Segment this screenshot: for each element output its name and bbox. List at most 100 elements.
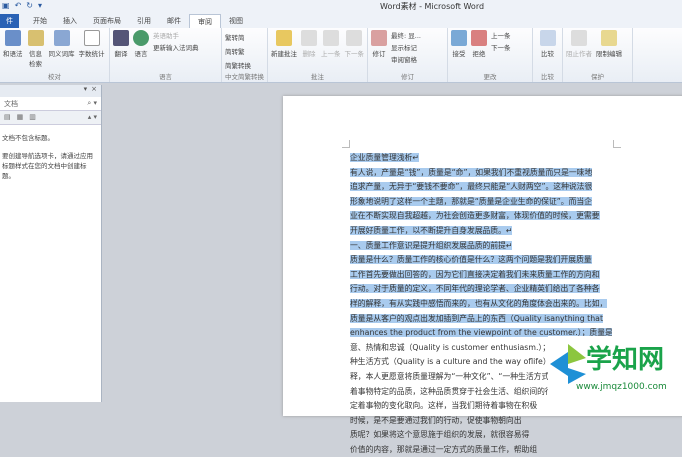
research-button[interactable]: 信息检索 <box>27 30 45 68</box>
group-protect: 阻止作者 限制编辑 保护 <box>563 28 633 82</box>
document-line: 行动。对于质量的定义，不同年代的理论学者、企业精英们给出了各种各 <box>350 282 612 297</box>
show-markup-dropdown[interactable]: 显示标记 <box>391 42 421 52</box>
delete-comment-button[interactable]: 删除 <box>301 30 317 58</box>
browse-pages-tab[interactable]: ▦ <box>17 113 24 122</box>
track-changes-button[interactable]: 修订 <box>371 30 387 64</box>
document-line: 有人说，产量是“钱”，质量是“命”，如果我们不重视质量而只是一味地 <box>350 166 612 181</box>
document-line: 形象地说明了这样一个主题，那就是“质量是企业生命的保证”。而当企 <box>350 195 612 210</box>
title-bar: ▣ ↶ ↻ ▾ Word素材 - Microsoft Word <box>0 0 682 13</box>
comment-icon <box>276 30 292 46</box>
save-icon[interactable]: ▣ <box>2 1 10 10</box>
reject-button[interactable]: 拒绝 <box>471 30 487 58</box>
line-text: 定着事物的变化取向。这样，当我们期待着事物在积极 <box>350 401 538 411</box>
tab-mailings[interactable]: 邮件 <box>159 14 189 28</box>
search-icon[interactable]: ⌕ ▾ <box>87 99 97 108</box>
group-label: 保护 <box>591 73 604 81</box>
spelling-grammar-button[interactable]: 和语法 <box>3 30 23 68</box>
line-text: 时候，是不是要通过我们的行动，促使事物朝向出 <box>350 415 522 425</box>
group-label: 修订 <box>401 73 414 81</box>
compare-icon <box>539 30 556 46</box>
tab-review[interactable]: 审阅 <box>189 14 221 28</box>
new-comment-button[interactable]: 新建批注 <box>271 30 297 58</box>
globe-icon <box>133 30 149 46</box>
book-icon <box>53 30 70 46</box>
logo-icon <box>550 344 586 384</box>
previous-comment-button[interactable]: 上一条 <box>321 30 341 58</box>
update-ime-dictionary-button[interactable]: 更新输入法词典 <box>153 42 199 52</box>
group-label: 校对 <box>48 73 61 81</box>
group-label: 批注 <box>311 73 324 81</box>
close-icon[interactable]: × <box>91 85 97 97</box>
document-line: 企业质量管理浅析↵ <box>350 151 612 166</box>
document-line: 质量是从客户的观点出发加插到产品上的东西（Quality isanything … <box>350 312 612 327</box>
group-tracking: 修订 最终: 显... 显示标记 审阅窗格 修订 <box>368 28 448 82</box>
display-for-review-dropdown[interactable]: 最终: 显... <box>391 30 421 40</box>
lock-document-icon <box>601 30 617 46</box>
line-text: 开展好质量工作，以不断提升自身发展品质。↵ <box>350 225 513 235</box>
block-authors-button[interactable]: 阻止作者 <box>566 30 592 58</box>
previous-comment-icon <box>322 30 339 46</box>
search-document-input[interactable]: 文档 ⌕ ▾ <box>0 97 101 111</box>
line-text: 追求产量，无异于“要钱不要命”，最终只能是“人财两空”。这种说法很 <box>350 182 593 192</box>
group-language: 翻译 语言 英语助手 更新输入法词典 语言 <box>110 28 222 82</box>
tab-insert[interactable]: 插入 <box>55 14 85 28</box>
prev-next-icons[interactable]: ▴ ▾ <box>88 113 97 122</box>
tab-view[interactable]: 视图 <box>221 14 251 28</box>
line-text: 行动。对于质量的定义，不同年代的理论学者、企业精英们给出了各种各 <box>350 284 600 294</box>
tab-page-layout[interactable]: 页面布局 <box>85 14 129 28</box>
accept-icon <box>451 30 467 46</box>
line-text: 质量是从客户的观点出发加插到产品上的东西（Quality isanything … <box>350 313 604 323</box>
thesaurus-button[interactable]: 同义词库 <box>49 30 75 68</box>
undo-icon[interactable]: ↶ <box>15 1 22 10</box>
document-line: 开展好质量工作，以不断提升自身发展品质。↵ <box>350 224 612 239</box>
group-label: 中文简繁转换 <box>225 73 264 81</box>
ribbon-tabs: 件 开始 插入 页面布局 引用 邮件 审阅 视图 <box>0 13 682 28</box>
group-proofing: 和语法 信息检索 同义词库 字数统计 校对 <box>0 28 110 82</box>
margin-mark <box>342 140 350 148</box>
document-line: 业在不断实现自我超越，为社会创造更多财富，体现价值的时候，更需要 <box>350 209 612 224</box>
word-count-button[interactable]: 字数统计 <box>79 30 105 68</box>
english-assistant-button[interactable]: 英语助手 <box>153 30 199 40</box>
document-line: 样的解释，有从实践中感悟而来的，也有从文化的角度体会出来的。比如， <box>350 297 612 312</box>
redo-icon[interactable]: ↻ <box>26 1 33 10</box>
tab-references[interactable]: 引用 <box>129 14 159 28</box>
line-text: 样的解释，有从实践中感悟而来的，也有从文化的角度体会出来的。比如， <box>350 298 608 308</box>
research-icon <box>27 30 44 46</box>
pane-options-icon[interactable]: ▾ <box>84 85 88 97</box>
tab-home[interactable]: 开始 <box>25 14 55 28</box>
document-line: 质呢？如果将这个意思施于组织的发展，就很容易得 <box>350 428 612 443</box>
nav-empty-message: 文档不包含标题。 <box>2 134 54 142</box>
next-change-button[interactable]: 下一条 <box>491 42 511 52</box>
line-text: 价值的内容，那就是通过一定方式的质量工作，帮助组 <box>350 444 538 454</box>
delete-comment-icon <box>301 30 317 46</box>
previous-change-button[interactable]: 上一条 <box>491 30 511 40</box>
simp-to-trad-button[interactable]: 简转繁 <box>225 46 264 56</box>
margin-mark <box>613 140 621 148</box>
line-text: 工作首先要做出回答的，因为它们直接决定着我们未来质量工作的方向和 <box>350 269 600 279</box>
language-button[interactable]: 语言 <box>133 30 149 58</box>
document-body[interactable]: 企业质量管理浅析↵ 有人说，产量是“钱”，质量是“命”，如果我们不重视质量而只是一… <box>350 151 612 457</box>
browse-headings-tab[interactable]: ▤ <box>4 113 11 122</box>
compare-button[interactable]: 比较 <box>536 30 559 58</box>
restrict-editing-button[interactable]: 限制编辑 <box>596 30 622 58</box>
trad-to-simp-button[interactable]: 繁转简 <box>225 32 264 42</box>
line-text: 质量是什么？质量工作的核心价值是什么？这两个问题是我们开展质量 <box>350 255 592 265</box>
document-line: 追求产量，无异于“要钱不要命”，最终只能是“人财两空”。这种说法很 <box>350 180 612 195</box>
line-text: 形象地说明了这样一个主题，那就是“质量是企业生命的保证”。而当企 <box>350 196 592 206</box>
accept-button[interactable]: 接受 <box>451 30 467 58</box>
tab-file[interactable]: 件 <box>0 14 19 28</box>
ribbon: 和语法 信息检索 同义词库 字数统计 校对 翻译 语言 英语助手 更新输入法词典… <box>0 28 682 83</box>
line-text: 有人说，产量是“钱”，质量是“命”，如果我们不重视质量而只是一味地 <box>350 167 593 177</box>
browse-results-tab[interactable]: ▥ <box>29 113 36 122</box>
next-comment-button[interactable]: 下一条 <box>345 30 364 58</box>
document-line: 质量是什么？质量工作的核心价值是什么？这两个问题是我们开展质量 <box>350 253 612 268</box>
nav-help-message: 要创建导航选项卡，请通过应用标题样式在您的文档中创建标题。 <box>2 152 93 180</box>
reviewing-pane-dropdown[interactable]: 审阅窗格 <box>391 54 421 64</box>
reject-icon <box>471 30 487 46</box>
quick-access-toolbar: ▣ ↶ ↻ ▾ <box>2 1 42 10</box>
group-label: 比较 <box>541 73 554 81</box>
customize-qat-icon[interactable]: ▾ <box>38 1 42 10</box>
chinese-conversion-button[interactable]: 简繁转换 <box>225 60 264 70</box>
translate-button[interactable]: 翻译 <box>113 30 129 58</box>
group-changes: 接受 拒绝 上一条 下一条 更改 <box>448 28 533 82</box>
